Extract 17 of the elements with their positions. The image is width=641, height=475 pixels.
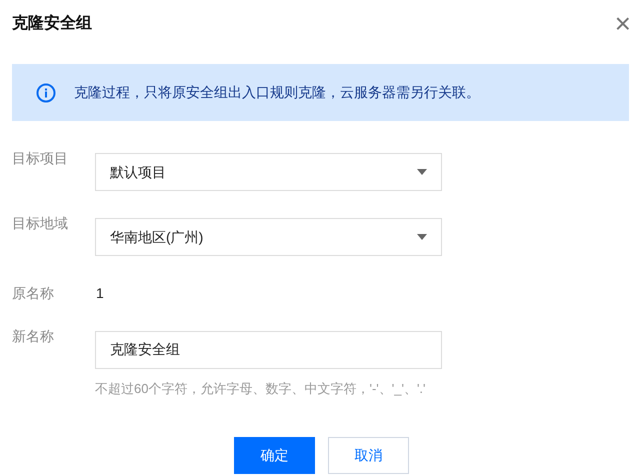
- field-label: 目标地域: [12, 214, 69, 233]
- select-field[interactable]: 默认项目: [95, 153, 442, 191]
- confirm-button[interactable]: 确定: [234, 436, 315, 474]
- select-field[interactable]: 华南地区(广州): [95, 218, 442, 256]
- caret-icon: [417, 169, 427, 175]
- notice-text: 克隆过程，只将原安全组出入口规则克隆，云服务器需另行关联。: [74, 83, 480, 102]
- caret-icon: [417, 234, 427, 240]
- input-field[interactable]: 克隆安全组: [95, 331, 442, 369]
- info-icon: [36, 82, 56, 102]
- close-button[interactable]: ×: [614, 10, 631, 38]
- dialog-title: 克隆安全组: [12, 13, 92, 34]
- cancel-button[interactable]: 取消: [328, 436, 409, 474]
- field-label: 新名称: [12, 327, 55, 346]
- field-value: 1: [95, 284, 105, 303]
- hint-text: 不超过60个字符，允许字母、数字、中文字符，'-'、'_'、'.': [95, 380, 427, 398]
- field-label: 原名称: [12, 284, 55, 303]
- field-label: 目标项目: [12, 149, 69, 168]
